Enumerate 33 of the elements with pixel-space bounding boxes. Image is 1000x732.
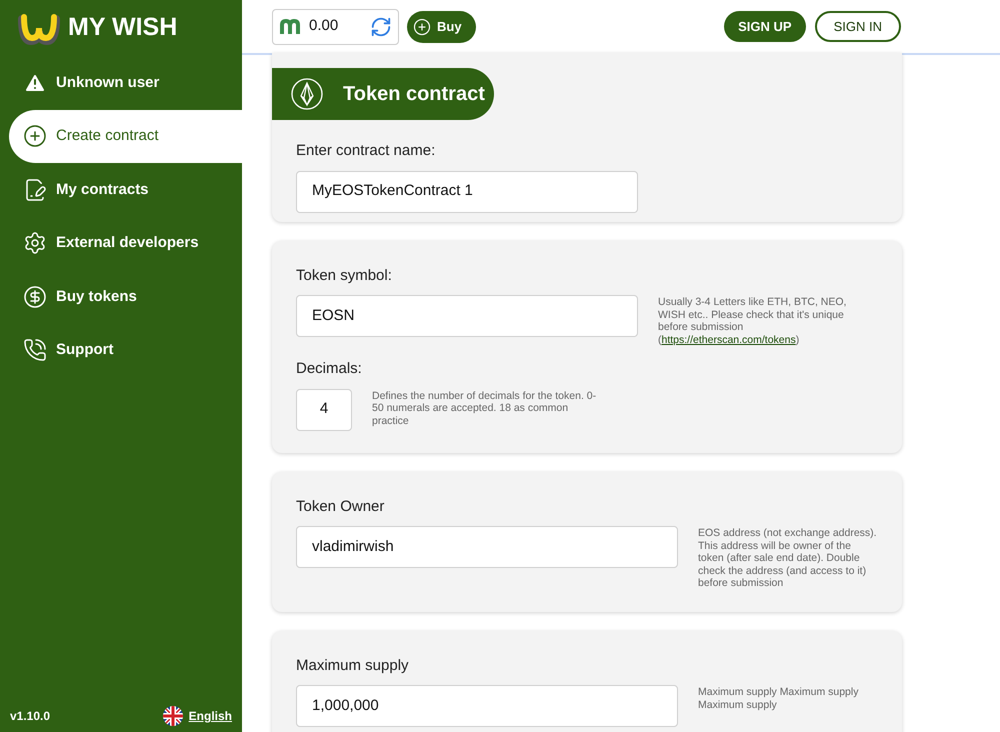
- input-field[interactable]: EOSN: [296, 295, 638, 337]
- field-label: Token Owner: [296, 496, 386, 516]
- field-label: Token symbol:: [296, 266, 393, 286]
- uk-flag-icon: [162, 706, 183, 726]
- balance-value: 0.00: [309, 16, 340, 36]
- eos-logo-icon: [291, 78, 323, 110]
- input-field[interactable]: vladimirwish: [296, 526, 678, 568]
- token-logo-icon: [279, 18, 301, 36]
- plus-circle-icon: [23, 124, 47, 148]
- input-field[interactable]: 1,000,000: [296, 685, 678, 727]
- brand-name: MY WISH: [68, 12, 178, 44]
- refresh-icon[interactable]: [370, 16, 392, 38]
- language-link[interactable]: English: [188, 707, 232, 725]
- dollar-icon: [23, 284, 47, 309]
- input-field[interactable]: 4: [296, 388, 352, 430]
- plus-circle-icon: [413, 18, 431, 36]
- field-label: Enter contract name:: [296, 141, 436, 161]
- field-hint: Maximum supply Maximum supply Maximum supply: [698, 685, 860, 711]
- version-label: v1.10.0: [10, 708, 50, 725]
- field-hint: Defines the number of decimals for the token. 0-50 numerals are accepted. 18 as common practice: [372, 388, 598, 427]
- sign-up-button[interactable]: SIGN UP: [724, 11, 806, 42]
- sign-in-button[interactable]: SIGN IN: [814, 11, 901, 42]
- input-field[interactable]: MyEOSTokenContract 1: [296, 170, 638, 212]
- section-title: Token contract: [343, 82, 485, 107]
- field-label: Maximum supply: [296, 656, 410, 676]
- phone-icon: [23, 338, 47, 362]
- buy-button[interactable]: Buy: [407, 10, 476, 42]
- field-label: Decimals:: [296, 359, 363, 379]
- field-hint: EOS address (not exchange address). This address will be owner of the token (after sale end date). Double check the address (and access to it) before submission: [698, 526, 878, 590]
- gear-icon: [23, 231, 47, 256]
- etherscan-link[interactable]: https://etherscan.com/tokens: [662, 334, 796, 346]
- field-hint: Usually 3-4 Letters like ETH, BTC, NEO, WISH etc.. Please check that it's unique before submission (https://etherscan.com/tokens): [658, 295, 848, 346]
- logo-icon: [18, 11, 60, 45]
